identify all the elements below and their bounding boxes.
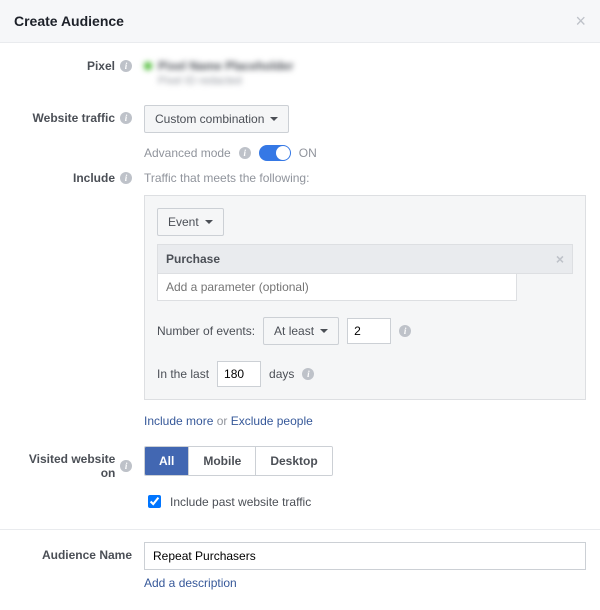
advanced-mode-label: Advanced mode — [144, 146, 231, 160]
event-type-select[interactable]: Event — [157, 208, 224, 236]
include-label: Include — [73, 171, 115, 185]
add-description-link[interactable]: Add a description — [144, 576, 586, 590]
include-heading: Traffic that meets the following: — [144, 171, 586, 185]
pixel-name: Pixel Name Placeholder — [144, 59, 586, 73]
advanced-mode-toggle[interactable] — [259, 145, 291, 161]
remove-event-icon[interactable]: × — [556, 251, 564, 267]
info-icon[interactable] — [120, 112, 132, 124]
include-more-link[interactable]: Include more — [144, 414, 213, 428]
info-icon[interactable] — [399, 325, 411, 337]
toggle-on-label: ON — [299, 146, 317, 160]
device-segment-group: All Mobile Desktop — [144, 446, 333, 476]
chevron-down-icon — [270, 117, 278, 121]
status-dot-icon — [144, 62, 152, 70]
chevron-down-icon — [205, 220, 213, 224]
info-icon[interactable] — [302, 368, 314, 380]
info-icon[interactable] — [239, 147, 251, 159]
exclude-people-link[interactable]: Exclude people — [231, 414, 313, 428]
visited-on-label: Visited website on — [14, 452, 115, 480]
include-exclude-links: Include more or Exclude people — [144, 414, 586, 428]
info-icon[interactable] — [120, 60, 132, 72]
website-traffic-label: Website traffic — [33, 111, 115, 125]
in-last-days-input[interactable] — [217, 361, 261, 387]
pixel-label: Pixel — [87, 59, 115, 73]
modal-title: Create Audience — [14, 13, 124, 29]
parameter-input[interactable] — [157, 274, 517, 301]
device-all-button[interactable]: All — [145, 447, 189, 475]
audience-name-input[interactable] — [144, 542, 586, 570]
info-icon[interactable] — [120, 460, 132, 472]
days-label: days — [269, 367, 294, 381]
device-mobile-button[interactable]: Mobile — [189, 447, 256, 475]
num-events-label: Number of events: — [157, 324, 255, 338]
website-traffic-select[interactable]: Custom combination — [144, 105, 289, 133]
info-icon[interactable] — [120, 172, 132, 184]
include-past-traffic-checkbox[interactable] — [148, 495, 161, 508]
in-last-label: In the last — [157, 367, 209, 381]
audience-name-label: Audience Name — [42, 548, 132, 562]
chevron-down-icon — [320, 329, 328, 333]
event-tag: Purchase × — [157, 244, 573, 274]
include-past-traffic-label: Include past website traffic — [170, 495, 311, 509]
include-rule-box: Event Purchase × Number of events: At le… — [144, 195, 586, 400]
device-desktop-button[interactable]: Desktop — [256, 447, 331, 475]
close-icon[interactable]: × — [575, 12, 586, 30]
num-events-value-input[interactable] — [347, 318, 391, 344]
num-events-comparator-select[interactable]: At least — [263, 317, 339, 345]
pixel-subtext: Pixel ID redacted — [158, 75, 586, 87]
